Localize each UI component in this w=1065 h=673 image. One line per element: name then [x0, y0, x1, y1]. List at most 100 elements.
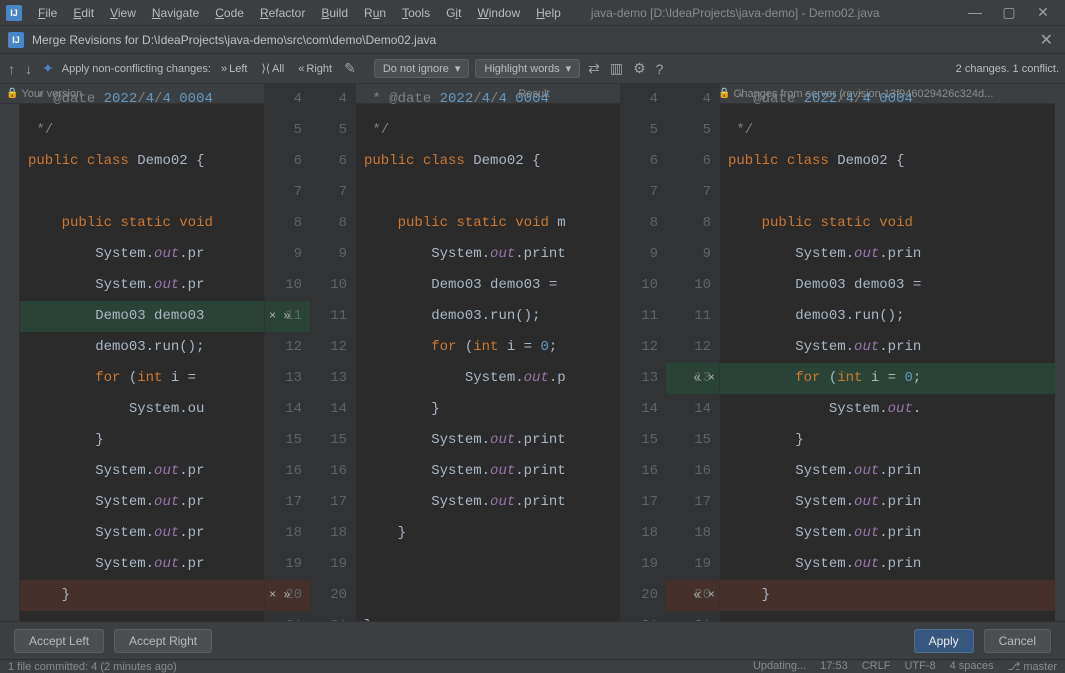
dialog-close-button[interactable]: ✕ — [1036, 30, 1057, 50]
gutter-line[interactable]: 7 — [265, 177, 310, 208]
gutter-line[interactable]: « ×20 — [666, 580, 719, 611]
gutter-line[interactable]: 14 — [265, 394, 310, 425]
gutter-line[interactable]: 6 — [621, 146, 666, 177]
menu-code[interactable]: Code — [209, 3, 250, 23]
code-line[interactable]: } — [20, 580, 264, 611]
code-line[interactable]: public static void m — [356, 208, 620, 239]
code-line[interactable]: System.out.prin — [720, 332, 1065, 363]
left-tool-strip[interactable] — [0, 104, 20, 621]
status-caret-pos[interactable]: 17:53 — [820, 660, 848, 673]
code-line[interactable]: demo03.run(); — [20, 332, 264, 363]
code-line[interactable]: * @date 2022/4/4 0004 — [356, 84, 620, 115]
code-line[interactable]: } — [720, 580, 1065, 611]
gutter-line[interactable]: 16 — [265, 456, 310, 487]
code-line[interactable]: Demo03 demo03 — [20, 301, 264, 332]
code-line[interactable] — [356, 177, 620, 208]
apply-all-button[interactable]: ⟩⟨ All — [257, 60, 288, 77]
gutter-line[interactable]: 21 — [265, 611, 310, 621]
code-line[interactable]: System.out.print — [356, 456, 620, 487]
gutter-line[interactable]: 21 — [666, 611, 719, 621]
code-line[interactable]: System.out. — [720, 394, 1065, 425]
gutter-line[interactable]: 21 — [310, 611, 355, 621]
prev-diff-icon[interactable]: ↑ — [6, 61, 17, 77]
gutter-line[interactable]: 4 — [265, 84, 310, 115]
code-line[interactable]: System.out.prin — [720, 456, 1065, 487]
code-line[interactable]: for (int i = — [20, 363, 264, 394]
code-line[interactable]: System.out.pr — [20, 456, 264, 487]
gutter-line[interactable]: 19 — [265, 549, 310, 580]
gutter-line[interactable]: 14 — [310, 394, 355, 425]
mid-gutter-right[interactable]: 456789101112131415161718192021 — [620, 84, 666, 621]
gutter-line[interactable]: 10 — [310, 270, 355, 301]
gutter-line[interactable]: 10 — [621, 270, 666, 301]
code-line[interactable]: } — [356, 611, 620, 621]
code-line[interactable] — [356, 580, 620, 611]
gutter-line[interactable]: × »11 — [265, 301, 310, 332]
gutter-line[interactable]: 5 — [666, 115, 719, 146]
highlight-policy-select[interactable]: Highlight words ▾ — [475, 59, 580, 78]
gutter-line[interactable]: 5 — [310, 115, 355, 146]
accept-right-button[interactable]: Accept Right — [114, 629, 212, 653]
code-line[interactable]: Demo03 demo03 = — [720, 270, 1065, 301]
code-line[interactable]: */ — [720, 115, 1065, 146]
gutter-line[interactable]: 20 — [310, 580, 355, 611]
gutter-line[interactable]: 18 — [310, 518, 355, 549]
code-line[interactable]: for (int i = 0; — [720, 363, 1065, 394]
gutter-line[interactable]: 15 — [265, 425, 310, 456]
minimize-button[interactable]: — — [963, 4, 987, 21]
code-line[interactable]: public class Demo02 { — [356, 146, 620, 177]
code-line[interactable]: System.out.pr — [20, 487, 264, 518]
code-line[interactable]: } — [20, 425, 264, 456]
gutter-line[interactable]: 16 — [310, 456, 355, 487]
sync-scroll-icon[interactable]: ▥ — [608, 60, 625, 77]
gutter-line[interactable]: 11 — [666, 301, 719, 332]
gutter-line[interactable]: 7 — [621, 177, 666, 208]
code-line[interactable]: } — [356, 394, 620, 425]
right-scroll-strip[interactable] — [1055, 84, 1065, 621]
apply-left-button[interactable]: » Left — [217, 61, 251, 77]
magic-wand-icon[interactable]: ✎ — [342, 60, 358, 77]
gutter-line[interactable]: 16 — [621, 456, 666, 487]
menu-git[interactable]: Git — [440, 3, 467, 23]
gutter-line[interactable]: 10 — [666, 270, 719, 301]
diff-action-icon[interactable]: × » — [269, 580, 291, 611]
right-code-pane[interactable]: * @date 2022/4/4 0004 */public class Dem… — [720, 84, 1065, 621]
gutter-line[interactable]: 17 — [265, 487, 310, 518]
mid-code-pane[interactable]: * @date 2022/4/4 0004 */public class Dem… — [356, 84, 620, 621]
gutter-line[interactable]: 18 — [666, 518, 719, 549]
mid-gutter-left[interactable]: 456789101112131415161718192021 — [310, 84, 356, 621]
code-line[interactable]: public static void — [20, 208, 264, 239]
code-line[interactable]: * @date 2022/4/4 0004 — [720, 84, 1065, 115]
code-line[interactable]: System.out.prin — [720, 239, 1065, 270]
gutter-line[interactable]: 6 — [310, 146, 355, 177]
gutter-line[interactable]: 12 — [621, 332, 666, 363]
magic-resolve-icon[interactable]: ✦ — [40, 60, 56, 77]
code-line[interactable]: * @date 2022/4/4 0004 — [20, 84, 264, 115]
gutter-line[interactable]: 15 — [621, 425, 666, 456]
gutter-line[interactable]: 12 — [666, 332, 719, 363]
menu-file[interactable]: File — [32, 3, 63, 23]
left-code-pane[interactable]: * @date 2022/4/4 0004 */public class Dem… — [20, 84, 264, 621]
gutter-line[interactable]: « ×13 — [666, 363, 719, 394]
gutter-line[interactable]: 12 — [310, 332, 355, 363]
gutter-line[interactable]: 16 — [666, 456, 719, 487]
next-diff-icon[interactable]: ↓ — [23, 61, 34, 77]
maximize-button[interactable]: ▢ — [997, 4, 1021, 21]
gutter-line[interactable]: 8 — [310, 208, 355, 239]
left-gutter[interactable]: 45678910× »111213141516171819× »2021 — [264, 84, 310, 621]
code-line[interactable]: System.out.pr — [20, 518, 264, 549]
code-line[interactable] — [356, 549, 620, 580]
gutter-line[interactable]: 4 — [621, 84, 666, 115]
gutter-line[interactable]: 19 — [310, 549, 355, 580]
gutter-line[interactable]: 19 — [621, 549, 666, 580]
gutter-line[interactable]: 7 — [666, 177, 719, 208]
status-encoding[interactable]: UTF-8 — [904, 660, 935, 673]
gutter-line[interactable]: 15 — [310, 425, 355, 456]
code-line[interactable]: System.out.pr — [20, 549, 264, 580]
code-line[interactable]: } — [720, 425, 1065, 456]
code-line[interactable]: System.out.pr — [20, 270, 264, 301]
menu-view[interactable]: View — [104, 3, 142, 23]
gutter-line[interactable]: 4 — [310, 84, 355, 115]
cancel-button[interactable]: Cancel — [984, 629, 1051, 653]
gutter-line[interactable]: 19 — [666, 549, 719, 580]
